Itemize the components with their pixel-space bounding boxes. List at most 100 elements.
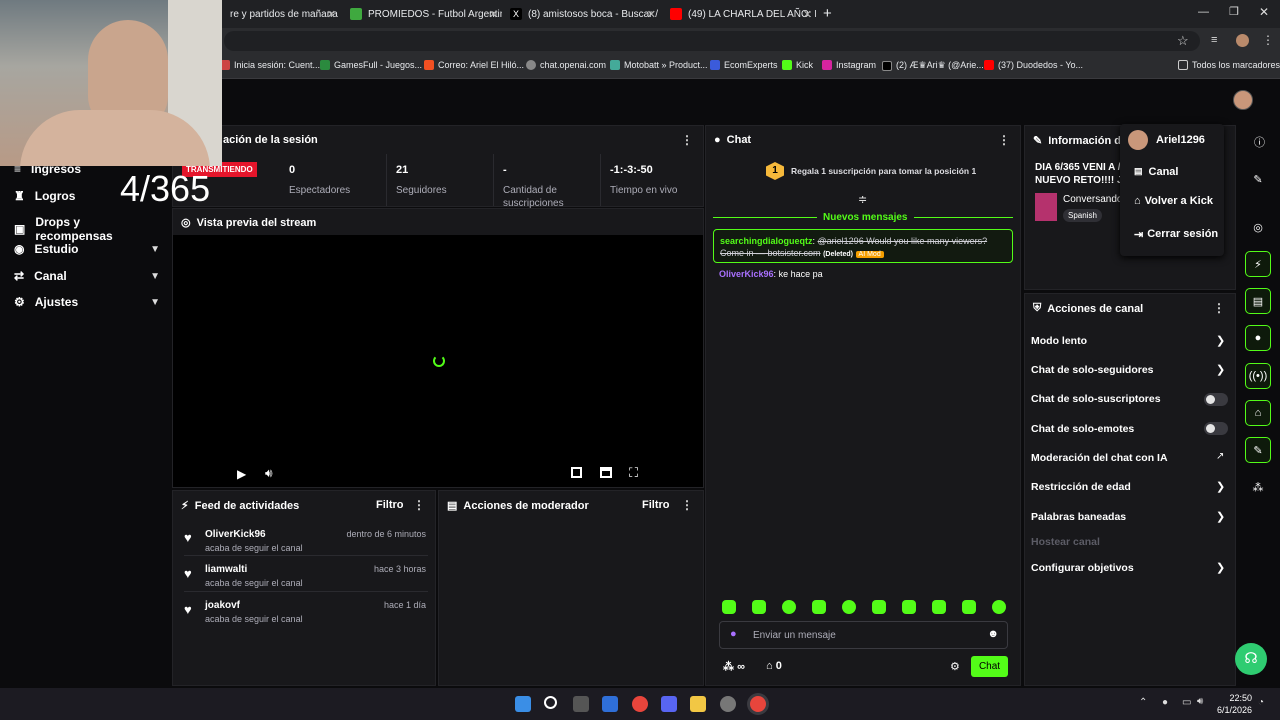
close-icon[interactable]: ✕ [327,8,336,21]
chevron-right-icon[interactable]: ❯ [1216,510,1225,523]
emote-icon[interactable] [902,600,916,614]
volume-tray-icon[interactable]: 🔊︎ [1197,696,1203,707]
kebab-menu-icon[interactable]: ⋮ [413,498,425,512]
notification-bell-icon[interactable]: ◔ [1258,697,1264,708]
pip-icon[interactable] [571,467,582,478]
info-icon[interactable]: ⓘ [1254,134,1265,150]
emote-icon[interactable] [872,600,886,614]
clock-date[interactable]: 6/1/2026 [1214,705,1252,715]
emote-icon[interactable] [842,600,856,614]
microphone-icon[interactable]: ● [730,628,737,640]
url-input[interactable] [224,31,1200,51]
menu-item-canal[interactable]: ▤ Canal [1134,166,1178,178]
activity-user[interactable]: joakovf [205,600,240,611]
obs-icon[interactable] [720,696,736,712]
close-icon[interactable]: ✕ [803,8,812,21]
gift-leaderboard-text[interactable]: Regala 1 suscripción para tomar la posic… [791,166,976,176]
chrome-active-icon[interactable] [750,696,766,712]
network-icon[interactable]: ▭ [1182,697,1191,708]
kebab-menu-icon[interactable]: ⋮ [1213,301,1225,315]
emote-icon[interactable] [962,600,976,614]
windows-start-icon[interactable] [515,696,531,712]
chrome-icon[interactable] [632,696,648,712]
edit-icon[interactable]: ✎ [1245,166,1271,192]
chat-settings-icon[interactable]: ⚙ [950,660,960,673]
action-banned-words[interactable]: Palabras baneadas [1031,511,1126,523]
emote-icon[interactable] [992,600,1006,614]
store-button[interactable]: ⌂ 0 [766,660,782,672]
bookmark[interactable]: Instagram [822,60,876,70]
menu-item-volver[interactable]: ⌂ Volver a Kick [1134,195,1213,207]
filter-button[interactable]: Filtro [376,499,404,511]
minimize-icon[interactable]: — [1198,6,1209,18]
browser-tab[interactable]: PROMIEDOS - Futbol Argentino ✕ [344,3,502,25]
theater-icon[interactable] [600,467,612,478]
action-ai-moderation[interactable]: Moderación del chat con IA [1031,452,1168,464]
chevron-right-icon[interactable]: ❯ [1216,363,1225,376]
play-icon[interactable]: ▶ [237,467,246,481]
bolt-tool-icon[interactable]: ⚡︎ [1245,251,1271,277]
chat-tool-icon[interactable]: ● [1245,325,1271,351]
chat-input[interactable]: ● Enviar un mensaje ☻ [719,621,1008,649]
close-icon[interactable]: ✕ [647,8,656,21]
file-explorer-icon[interactable] [690,696,706,712]
pinned-toggle-icon[interactable]: ≑ [858,193,867,206]
action-followers-only[interactable]: Chat de solo-seguidores [1031,364,1154,376]
channel-points[interactable]: ⁂ ∞ [723,660,745,673]
task-view-icon[interactable] [573,696,589,712]
sidebar-item-ajustes[interactable]: ⚙ Ajustes ▼ [14,295,160,309]
profile-avatar[interactable] [1236,34,1249,47]
bookmark[interactable]: (37) Duodedos - Yo... [984,60,1083,70]
emote-icon[interactable] [722,600,736,614]
support-button[interactable]: ☊ [1235,643,1267,675]
chat-username[interactable]: searchingdialogueqtz [720,236,813,246]
emote-icon[interactable] [782,600,796,614]
menu-item-logout[interactable]: ⇥ Cerrar sesión [1134,228,1218,241]
bookmark[interactable]: Kick [782,60,813,70]
store-tool-icon[interactable]: ⌂ [1245,400,1271,426]
volume-icon[interactable]: 🔊︎ [265,466,273,481]
bookmark[interactable]: Inicia sesión: Cuent... [220,60,320,70]
star-icon[interactable]: ☆ [1177,33,1189,49]
emote-icon[interactable] [932,600,946,614]
tray-chevron-icon[interactable]: ⌃ [1139,697,1147,708]
emote-icon[interactable] [812,600,826,614]
discord-icon[interactable] [661,696,677,712]
activity-user[interactable]: liamwalti [205,564,247,575]
filter-button[interactable]: Filtro [642,499,670,511]
kebab-menu-icon[interactable]: ⋮ [681,498,693,512]
new-tab-button[interactable]: + [823,5,832,22]
category-name[interactable]: Conversando [1063,194,1122,205]
close-icon[interactable]: ✕ [489,8,498,21]
browser-tab[interactable]: re y partidos de mañana e ✕ [224,3,340,25]
action-configure-goals[interactable]: Configurar objetivos [1031,562,1134,574]
sidebar-item-estudio[interactable]: ◉ Estudio ▼ [14,242,160,256]
external-link-icon[interactable]: ↗ [1216,451,1224,462]
subs-only-toggle[interactable] [1204,393,1228,406]
chevron-right-icon[interactable]: ❯ [1216,334,1225,347]
bookmark[interactable]: chat.openai.com [526,60,606,70]
restore-icon[interactable]: ❐ [1229,5,1239,18]
action-slow-mode[interactable]: Modo lento [1031,335,1087,347]
reading-list-icon[interactable]: ≡ [1211,34,1217,46]
bookmark[interactable]: Motobatt » Product... [610,60,708,70]
emoji-icon[interactable]: ☻ [987,628,999,640]
chevron-right-icon[interactable]: ❯ [1216,480,1225,493]
bookmark[interactable]: GamesFull - Juegos... [320,60,422,70]
chevron-right-icon[interactable]: ❯ [1216,561,1225,574]
emote-icon[interactable] [752,600,766,614]
sidebar-item-drops[interactable]: ▣ Drops y recompensas [14,215,160,243]
send-chat-button[interactable]: Chat [971,656,1008,677]
store-app-icon[interactable] [602,696,618,712]
broadcast-tool-icon[interactable]: ((•)) [1245,363,1271,389]
document-tool-icon[interactable]: ▤ [1245,288,1271,314]
mic-tray-icon[interactable]: ● [1162,697,1168,708]
search-icon[interactable] [544,696,557,709]
clock-time[interactable]: 22:50 [1222,693,1252,703]
kebab-menu-icon[interactable]: ⋮ [998,133,1010,147]
points-tool-icon[interactable]: ⁂ [1245,474,1271,500]
sidebar-item-canal[interactable]: ⇄ Canal ▼ [14,269,160,283]
action-age-restriction[interactable]: Restricción de edad [1031,481,1131,493]
kebab-menu-icon[interactable]: ⋮ [681,133,693,147]
more-menu-icon[interactable]: ⋮ [1262,33,1274,47]
